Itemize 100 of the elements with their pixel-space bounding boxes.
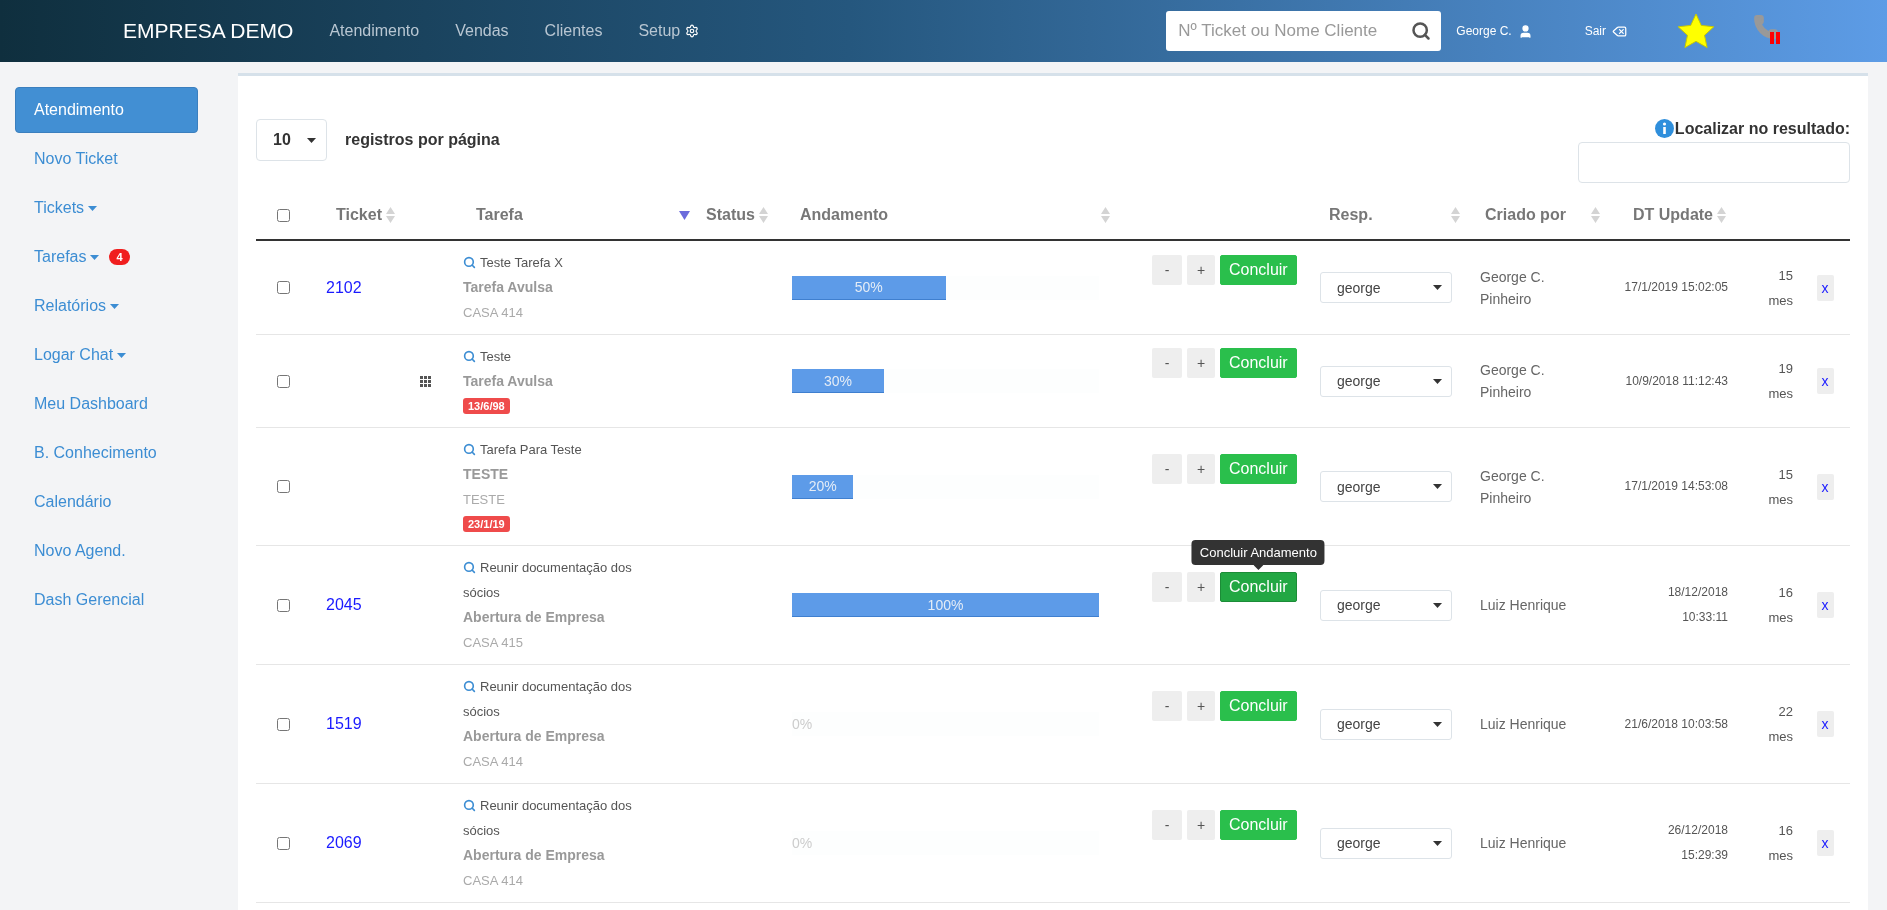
- decrease-button[interactable]: -: [1152, 691, 1182, 721]
- task-title[interactable]: Tarefa Para Teste: [463, 437, 638, 462]
- column-header[interactable]: Resp.: [1329, 206, 1373, 224]
- search-icon[interactable]: [463, 680, 476, 693]
- progress-bar: 50%: [792, 275, 946, 300]
- star-icon[interactable]: [1677, 13, 1715, 49]
- row-checkbox[interactable]: [277, 717, 290, 731]
- column-header[interactable]: Ticket: [336, 206, 382, 224]
- search-icon[interactable]: [463, 443, 476, 456]
- task-title[interactable]: Teste: [463, 344, 638, 369]
- remove-button[interactable]: x: [1816, 711, 1834, 737]
- page-size-select[interactable]: 10: [256, 119, 327, 161]
- progress-bar: 20%: [792, 474, 854, 499]
- increase-button[interactable]: +: [1187, 572, 1215, 602]
- grid-icon[interactable]: [420, 375, 431, 387]
- sidebar-item[interactable]: Atendimento: [15, 87, 198, 133]
- row-checkbox[interactable]: [277, 480, 290, 493]
- sidebar-item[interactable]: Meu Dashboard: [15, 381, 198, 427]
- row-checkbox[interactable]: [277, 598, 290, 612]
- task-title[interactable]: Reunir documentação dos sócios: [463, 674, 638, 724]
- search-field[interactable]: Nº Ticket ou Nome Cliente: [1166, 11, 1442, 51]
- row-checkbox[interactable]: [277, 281, 290, 294]
- task-detail: CASA 414: [463, 304, 524, 322]
- ticket-link[interactable]: 2102: [310, 278, 362, 296]
- assignee-select[interactable]: george: [1320, 708, 1452, 740]
- remove-button[interactable]: x: [1816, 830, 1834, 856]
- ticket-link[interactable]: 2045: [310, 596, 362, 613]
- row-checkbox[interactable]: [277, 836, 290, 850]
- caret-icon: [1433, 721, 1442, 727]
- sidebar-item[interactable]: B. Conhecimento: [15, 430, 198, 476]
- sidebar-item[interactable]: Dash Gerencial: [15, 577, 198, 623]
- decrease-button[interactable]: -: [1152, 254, 1182, 285]
- sidebar-item[interactable]: Novo Ticket: [15, 136, 198, 182]
- increase-button[interactable]: +: [1187, 254, 1215, 285]
- increase-button[interactable]: +: [1187, 810, 1215, 840]
- column-header[interactable]: Criado por: [1485, 206, 1566, 224]
- task-title[interactable]: Teste Tarefa X: [463, 250, 638, 275]
- filter-input[interactable]: [1578, 142, 1850, 183]
- column-header[interactable]: Status: [706, 206, 755, 224]
- decrease-button[interactable]: -: [1152, 810, 1182, 840]
- decrease-button[interactable]: -: [1152, 453, 1182, 484]
- tooltip: Concluir Andamento: [1191, 540, 1325, 565]
- remove-button[interactable]: x: [1816, 473, 1834, 500]
- row-checkbox[interactable]: [277, 374, 290, 388]
- increase-button[interactable]: +: [1187, 453, 1215, 484]
- sidebar-item[interactable]: Calendário: [15, 479, 198, 525]
- decrease-button[interactable]: -: [1152, 348, 1182, 378]
- nav-link[interactable]: Vendas: [455, 22, 509, 40]
- nav-link[interactable]: Atendimento: [329, 22, 420, 40]
- logout-link[interactable]: Sair: [1584, 23, 1627, 39]
- caret-icon: [1433, 378, 1442, 384]
- remove-button[interactable]: x: [1816, 274, 1834, 301]
- nav-link[interactable]: Clientes: [544, 22, 603, 40]
- user-link[interactable]: George C.: [1456, 23, 1533, 39]
- assignee-select[interactable]: george: [1320, 471, 1452, 502]
- task-title[interactable]: Reunir documentação dos sócios: [463, 555, 638, 605]
- nav-link[interactable]: Setup: [638, 22, 700, 40]
- search-icon[interactable]: [1411, 21, 1432, 41]
- assignee-select[interactable]: george: [1320, 589, 1452, 621]
- sidebar-item[interactable]: Tickets: [15, 185, 198, 231]
- remove-button[interactable]: x: [1816, 592, 1834, 618]
- caret-icon: [1433, 840, 1442, 846]
- task-type: Abertura de Empresa: [463, 608, 606, 627]
- search-icon[interactable]: [463, 256, 476, 269]
- assignee-select[interactable]: george: [1320, 827, 1452, 859]
- update-date: 17/1/2019 14:53:08: [1624, 478, 1728, 495]
- age-text: 16 mes: [1767, 584, 1793, 627]
- age-text: 15 mes: [1767, 266, 1793, 310]
- select-all-checkbox[interactable]: [277, 208, 290, 222]
- creator-name: Luiz Henrique: [1479, 715, 1568, 734]
- task-type: Abertura de Empresa: [463, 846, 606, 865]
- increase-button[interactable]: +: [1187, 348, 1215, 378]
- search-icon[interactable]: [463, 799, 476, 812]
- search-icon[interactable]: [463, 350, 476, 363]
- update-date: 26/12/2018: [1667, 822, 1728, 839]
- creator-name: George C. Pinheiro: [1479, 267, 1546, 309]
- ticket-link[interactable]: 1519: [310, 715, 362, 732]
- column-header[interactable]: Tarefa: [476, 206, 523, 224]
- assignee-select[interactable]: george: [1320, 365, 1452, 397]
- assignee-select[interactable]: george: [1320, 272, 1452, 303]
- sidebar-item[interactable]: Relatórios: [15, 283, 198, 329]
- sort-desc-icon[interactable]: [679, 210, 690, 220]
- ticket-link[interactable]: 2069: [310, 834, 362, 851]
- update-date: 17/1/2019 15:02:05: [1624, 279, 1728, 296]
- column-header[interactable]: DT Update: [1633, 206, 1713, 224]
- age-text: 15 mes: [1767, 465, 1793, 509]
- increase-button[interactable]: +: [1187, 691, 1215, 721]
- sidebar-item[interactable]: Logar Chat: [15, 332, 198, 378]
- sidebar-item[interactable]: Novo Agend.: [15, 528, 198, 574]
- task-title[interactable]: Reunir documentação dos sócios: [463, 793, 638, 843]
- decrease-button[interactable]: -: [1152, 572, 1182, 602]
- update-date: 10/9/2018 11:12:43: [1625, 372, 1728, 390]
- info-icon: [1654, 119, 1674, 138]
- sidebar-item[interactable]: Tarefas 4: [15, 234, 198, 280]
- column-header[interactable]: Andamento: [800, 206, 888, 224]
- search-icon[interactable]: [463, 561, 476, 574]
- caret-icon: [307, 137, 316, 143]
- remove-button[interactable]: x: [1816, 368, 1834, 394]
- task-type: Abertura de Empresa: [463, 727, 606, 746]
- task-detail: CASA 415: [463, 634, 524, 652]
